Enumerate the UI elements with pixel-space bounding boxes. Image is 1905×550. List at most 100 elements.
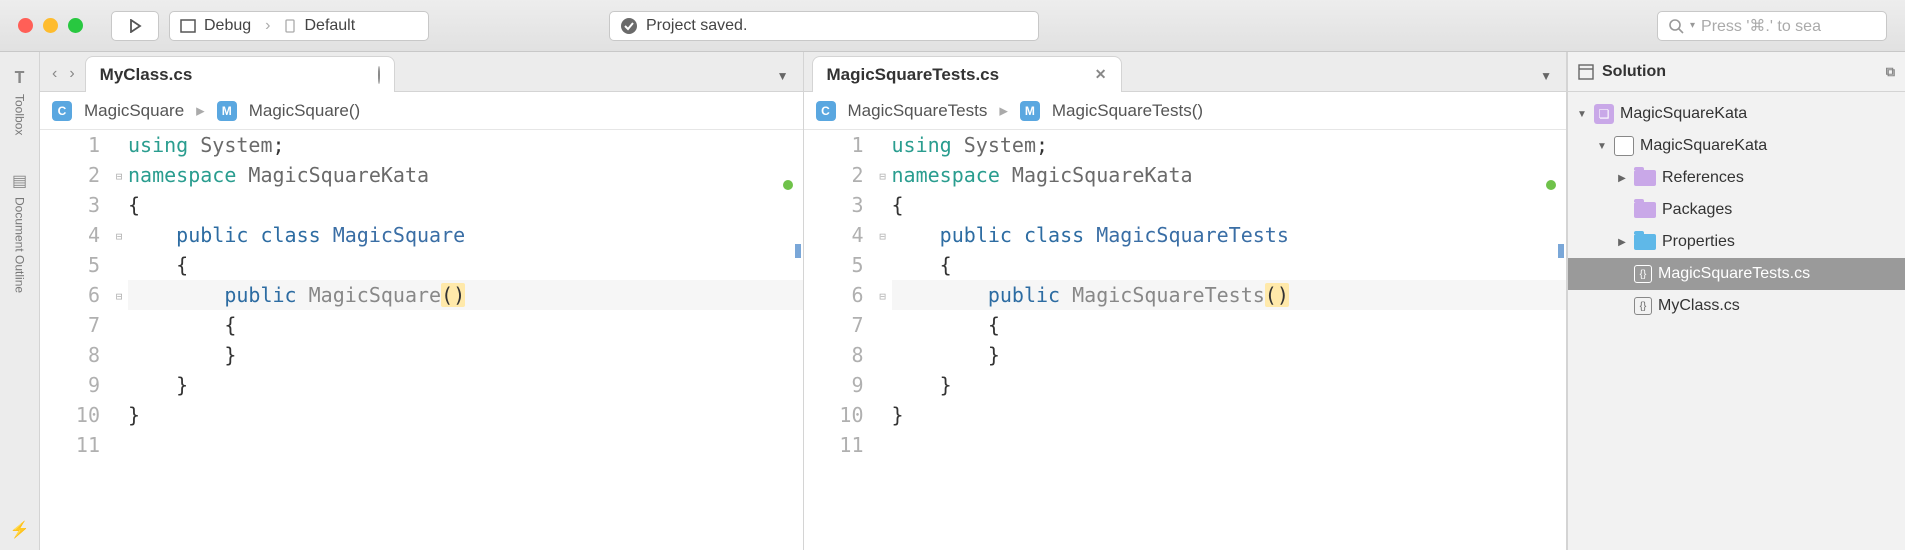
search-icon: [1668, 18, 1684, 34]
left-rail: 𝐓 Toolbox ▤ Document Outline ⚡: [0, 52, 40, 550]
solution-node-icon: ❏: [1594, 104, 1614, 124]
breadcrumb-member: MagicSquare(): [249, 101, 361, 121]
check-circle-icon: [620, 17, 638, 35]
tree-file-myclass[interactable]: {} MyClass.cs: [1568, 290, 1905, 322]
breadcrumb-namespace: MagicSquareTests: [848, 101, 988, 121]
status-bar: Project saved.: [609, 11, 1039, 41]
tab-title: MyClass.cs: [100, 65, 193, 85]
nav-arrows: ‹ ›: [48, 65, 85, 91]
fold-column[interactable]: ⊟⊟⊟: [110, 130, 128, 462]
breadcrumb-separator: ▸: [999, 101, 1008, 121]
search-placeholder: Press '⌘.' to sea: [1701, 16, 1821, 36]
tree-label: MagicSquareKata: [1640, 137, 1767, 155]
document-outline-icon: ▤: [12, 171, 27, 191]
solution-panel-header[interactable]: Solution ⧉: [1568, 52, 1905, 92]
config-scheme: Debug: [204, 17, 251, 35]
folder-icon: [1634, 170, 1656, 186]
document-outline-label: Document Outline: [13, 197, 27, 293]
expand-icon[interactable]: ▼: [1596, 141, 1608, 152]
folder-icon: [1634, 202, 1656, 218]
editor-pane-left: ‹ › MyClass.cs ▼ C MagicSquare ▸ M Magic…: [40, 52, 804, 550]
code-body[interactable]: using System; namespace MagicSquareKata …: [128, 130, 803, 462]
toolbox-icon: 𝐓: [14, 70, 24, 88]
tree-project[interactable]: ▼ MagicSquareKata: [1568, 130, 1905, 162]
scrollbar-change-marker: [795, 244, 801, 258]
editors: ‹ › MyClass.cs ▼ C MagicSquare ▸ M Magic…: [40, 52, 1567, 550]
tab-close-button[interactable]: ✕: [1095, 66, 1107, 83]
document-outline-pad[interactable]: ▤ Document Outline: [12, 163, 27, 301]
toolbox-label: Toolbox: [13, 94, 27, 135]
play-icon: [128, 19, 142, 33]
tab-myclass[interactable]: MyClass.cs: [85, 56, 395, 92]
editor-pane-right: MagicSquareTests.cs ✕ ▼ C MagicSquareTes…: [804, 52, 1568, 550]
code-area-left[interactable]: 1234567891011 ⊟⊟⊟ using System; namespac…: [40, 130, 803, 550]
titlebar: Debug › Default Project saved. ▾ Press '…: [0, 0, 1905, 52]
main-area: 𝐓 Toolbox ▤ Document Outline ⚡ ‹ › MyCla…: [0, 52, 1905, 550]
tab-title: MagicSquareTests.cs: [827, 65, 1000, 85]
expand-icon[interactable]: ▶: [1616, 237, 1628, 248]
tree-packages[interactable]: Packages: [1568, 194, 1905, 226]
tree-label: References: [1662, 169, 1744, 187]
solution-tree: ▼ ❏ MagicSquareKata ▼ MagicSquareKata ▶ …: [1568, 92, 1905, 328]
solution-title: Solution: [1602, 63, 1666, 81]
tree-file-tests[interactable]: {} MagicSquareTests.cs: [1568, 258, 1905, 290]
search-input[interactable]: ▾ Press '⌘.' to sea: [1657, 11, 1887, 41]
expand-icon[interactable]: ▶: [1616, 173, 1628, 184]
minimize-window-button[interactable]: [43, 18, 58, 33]
tree-label: Packages: [1662, 201, 1732, 219]
code-area-right[interactable]: 1234567891011 ⊟⊟⊟ using System; namespac…: [804, 130, 1567, 550]
tab-list-dropdown[interactable]: ▼: [777, 69, 803, 91]
tree-label: MagicSquareTests.cs: [1658, 265, 1810, 283]
close-window-button[interactable]: [18, 18, 33, 33]
window-controls: [18, 18, 83, 33]
class-icon: C: [816, 101, 836, 121]
status-text: Project saved.: [646, 17, 747, 35]
method-icon: M: [1020, 101, 1040, 121]
tree-label: MagicSquareKata: [1620, 105, 1747, 123]
breadcrumb-namespace: MagicSquare: [84, 101, 184, 121]
breadcrumb-member: MagicSquareTests(): [1052, 101, 1203, 121]
code-body[interactable]: using System; namespace MagicSquareKata …: [892, 130, 1567, 462]
method-icon: M: [217, 101, 237, 121]
tree-label: Properties: [1662, 233, 1735, 251]
folder-icon: [1634, 234, 1656, 250]
line-gutter: 1234567891011: [804, 130, 874, 462]
tree-properties[interactable]: ▶ Properties: [1568, 226, 1905, 258]
errors-pad-icon[interactable]: ⚡: [10, 520, 30, 550]
solution-panel: Solution ⧉ ▼ ❏ MagicSquareKata ▼ MagicSq…: [1567, 52, 1905, 550]
tree-references[interactable]: ▶ References: [1568, 162, 1905, 194]
scrollbar-marker-icon: [783, 180, 793, 190]
fold-column[interactable]: ⊟⊟⊟: [874, 130, 892, 462]
zoom-window-button[interactable]: [68, 18, 83, 33]
device-icon: [284, 19, 296, 33]
expand-icon[interactable]: ▼: [1576, 109, 1588, 120]
run-button[interactable]: [111, 11, 159, 41]
toolbox-pad[interactable]: 𝐓 Toolbox: [13, 62, 27, 143]
config-separator: ›: [265, 17, 270, 35]
tree-label: MyClass.cs: [1658, 297, 1740, 315]
tab-dirty-indicator[interactable]: [378, 67, 380, 83]
project-node-icon: [1614, 136, 1634, 156]
line-gutter: 1234567891011: [40, 130, 110, 462]
tree-solution-root[interactable]: ▼ ❏ MagicSquareKata: [1568, 98, 1905, 130]
csharp-file-icon: {}: [1634, 265, 1652, 283]
breadcrumb-separator: ▸: [196, 101, 205, 121]
target-icon: [180, 19, 196, 33]
scrollbar-marker-icon: [1546, 180, 1556, 190]
tab-row-left: ‹ › MyClass.cs ▼: [40, 52, 803, 92]
chevron-down-icon: ▾: [1690, 20, 1695, 31]
tab-row-right: MagicSquareTests.cs ✕ ▼: [804, 52, 1567, 92]
tab-list-dropdown[interactable]: ▼: [1540, 69, 1566, 91]
scrollbar-change-marker: [1558, 244, 1564, 258]
class-icon: C: [52, 101, 72, 121]
run-configuration[interactable]: Debug › Default: [169, 11, 429, 41]
solution-icon: [1578, 64, 1594, 80]
panel-popout-icon[interactable]: ⧉: [1886, 64, 1895, 80]
breadcrumb-left[interactable]: C MagicSquare ▸ M MagicSquare(): [40, 92, 803, 130]
csharp-file-icon: {}: [1634, 297, 1652, 315]
config-target: Default: [304, 17, 355, 35]
tab-tests[interactable]: MagicSquareTests.cs ✕: [812, 56, 1122, 92]
nav-back-button[interactable]: ‹: [52, 65, 57, 83]
nav-forward-button[interactable]: ›: [69, 65, 74, 83]
breadcrumb-right[interactable]: C MagicSquareTests ▸ M MagicSquareTests(…: [804, 92, 1567, 130]
